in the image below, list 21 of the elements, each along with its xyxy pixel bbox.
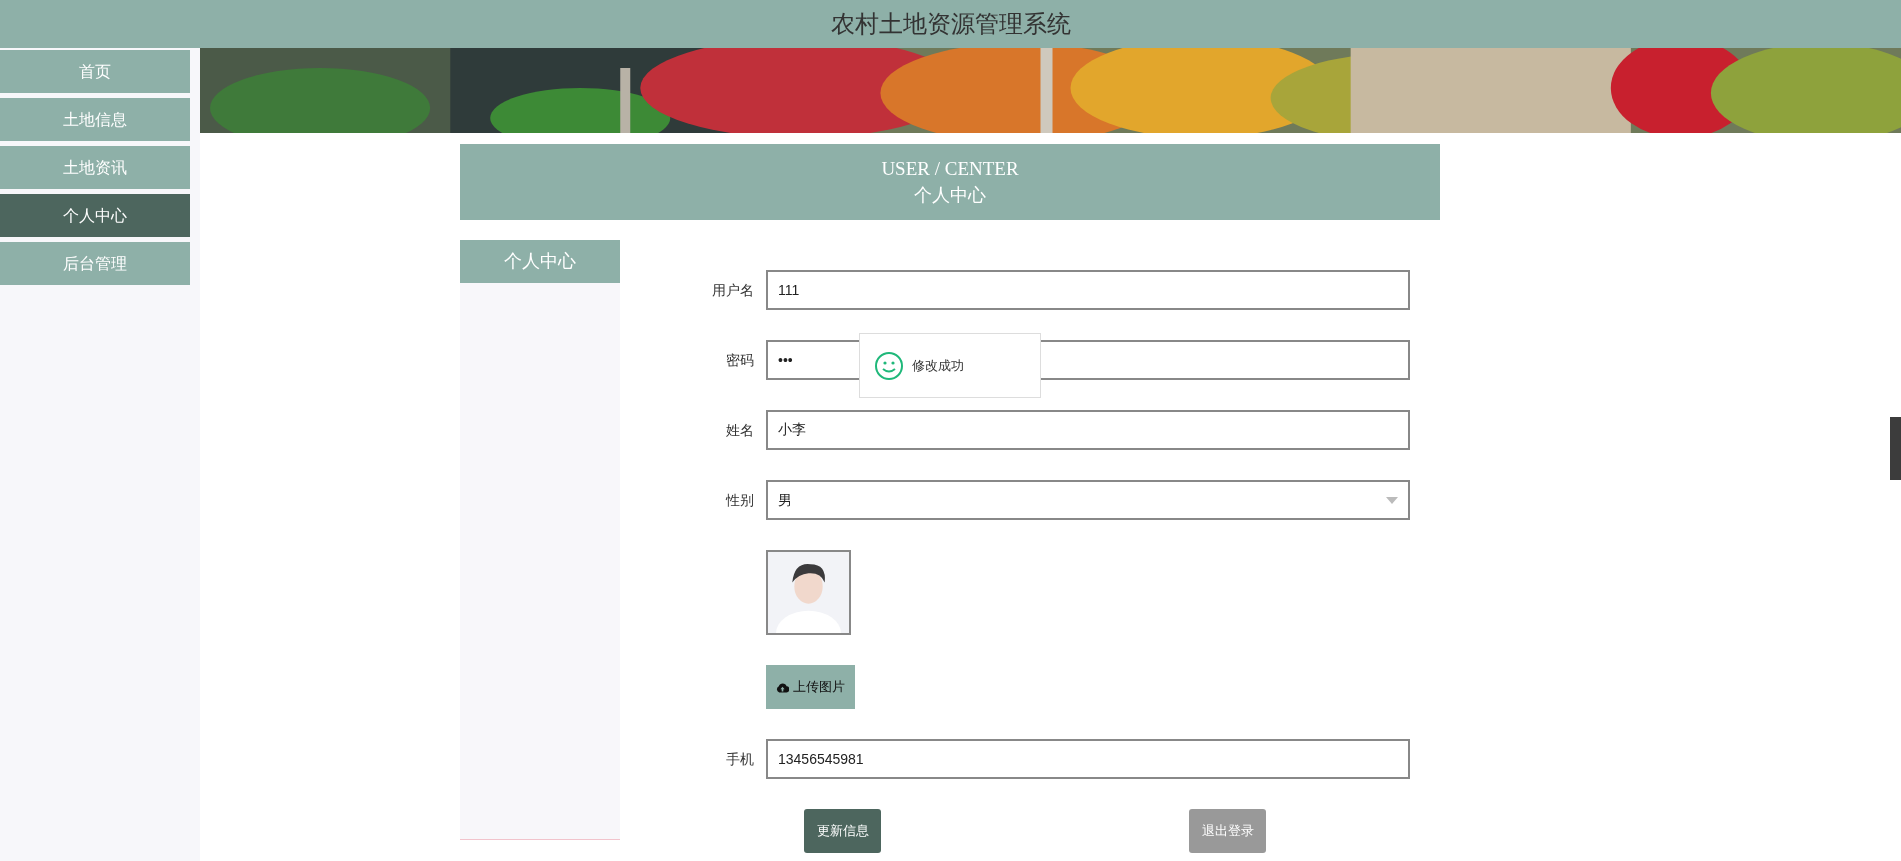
smiley-icon — [874, 350, 904, 381]
field-label: 密码 — [726, 350, 754, 370]
side-menu-title: 个人中心 — [460, 240, 620, 283]
input-field[interactable]: 13456545981 — [766, 739, 1410, 779]
gender-select[interactable]: 男 — [766, 480, 1410, 520]
upload-button[interactable]: 上传图片 — [766, 665, 855, 709]
toast-message: 修改成功 — [912, 356, 964, 375]
heading-subtitle: 个人中心 — [914, 184, 986, 207]
field-label: 姓名 — [726, 420, 754, 440]
nav-item[interactable]: 个人中心 — [0, 194, 190, 237]
cloud-upload-icon — [776, 681, 789, 693]
heading-title: USER / CENTER — [881, 157, 1019, 181]
update-button[interactable]: 更新信息 — [804, 809, 881, 853]
field-label: 手机 — [726, 749, 754, 769]
dropdown-icon — [1386, 496, 1398, 504]
input-field[interactable]: 111 — [766, 270, 1410, 310]
input-field[interactable]: 小李 — [766, 410, 1410, 450]
field-label: 性别 — [726, 490, 754, 510]
field-label: 用户名 — [712, 280, 754, 300]
scrollbar-thumb — [1890, 417, 1901, 480]
site-title: 农村土地资源管理系统 — [830, 9, 1071, 39]
